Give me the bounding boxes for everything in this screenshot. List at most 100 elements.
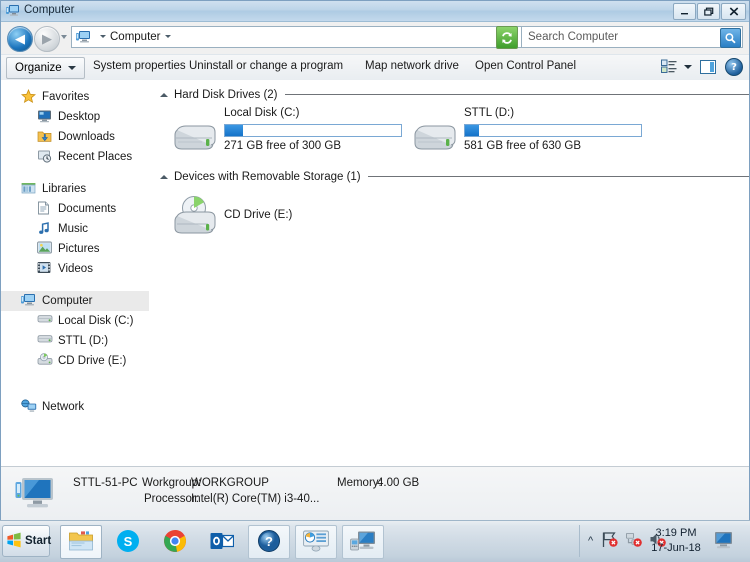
sidebar-label: Pictures <box>58 243 100 255</box>
map-network-drive-button[interactable]: Map network drive <box>365 60 459 72</box>
video-icon <box>37 261 53 277</box>
search-input[interactable]: Search Computer <box>528 31 618 43</box>
system-properties-button[interactable]: System properties <box>93 60 186 72</box>
refresh-icon <box>502 31 512 44</box>
hard-drive-icon <box>37 333 53 349</box>
chevron-up-icon[interactable]: ^ <box>588 535 593 547</box>
sidebar-item-videos[interactable]: Videos <box>1 259 149 279</box>
back-arrow-icon: ◀ <box>15 31 25 47</box>
sidebar-item-desktop[interactable]: Desktop <box>1 107 149 127</box>
sidebar-item-recent-places[interactable]: Recent Places <box>1 147 149 167</box>
uninstall-program-button[interactable]: Uninstall or change a program <box>189 60 343 72</box>
sidebar-group-favorites[interactable]: Favorites <box>1 87 149 107</box>
windows-logo-icon <box>6 532 22 551</box>
picture-icon <box>37 241 53 257</box>
forward-arrow-icon: ▶ <box>42 31 52 47</box>
drive-name: Local Disk (C:) <box>224 107 300 119</box>
view-options-chevron-icon[interactable] <box>684 65 692 69</box>
taskbar-item-outlook[interactable] <box>201 525 243 559</box>
minimize-button[interactable] <box>673 3 696 20</box>
back-button[interactable]: ◀ <box>7 26 33 52</box>
taskbar-item-control-panel[interactable] <box>295 525 337 559</box>
drive-tile-cd-drive-e[interactable]: CD Drive (E:) <box>166 189 406 241</box>
computer-icon <box>6 4 20 17</box>
forward-button[interactable]: ▶ <box>34 26 60 52</box>
outlook-icon <box>210 530 235 555</box>
group-header-hard-disk-drives[interactable]: Hard Disk Drives (2) <box>160 86 749 103</box>
document-icon <box>37 201 53 217</box>
music-note-icon <box>37 221 53 237</box>
taskbar-clock[interactable]: 3:19 PM 17-Jun-18 <box>646 526 706 556</box>
window-title: Computer <box>24 4 75 16</box>
close-button[interactable] <box>721 3 746 20</box>
sidebar-item-downloads[interactable]: Downloads <box>1 127 149 147</box>
sidebar-label: Downloads <box>58 131 115 143</box>
drive-tile-sttl-d[interactable]: STTL (D:) 581 GB free of 630 GB <box>406 107 646 159</box>
sidebar-label: Documents <box>58 203 117 215</box>
sidebar-label: Computer <box>42 295 93 307</box>
group-header-removable-storage[interactable]: Devices with Removable Storage (1) <box>160 168 749 185</box>
drive-tile-local-disk-c[interactable]: Local Disk (C:) 271 GB free of 300 GB <box>166 107 406 159</box>
sidebar-item-computer[interactable]: Computer <box>1 291 149 311</box>
file-list-pane[interactable]: Hard Disk Drives (2) Local Disk (C:) 271… <box>152 80 749 467</box>
breadcrumb[interactable]: Computer <box>96 31 175 43</box>
taskbar-item-google-chrome[interactable] <box>154 525 196 559</box>
details-pane: STTL-51-PC Workgroup: WORKGROUP Memory: … <box>1 466 749 520</box>
taskbar-item-help-support[interactable]: ? <box>248 525 290 559</box>
sidebar-item-pictures[interactable]: Pictures <box>1 239 149 259</box>
group-items-hard-disk-drives: Local Disk (C:) 271 GB free of 300 GB ST… <box>152 103 749 165</box>
collapse-triangle-icon[interactable] <box>160 174 168 179</box>
maximize-button[interactable] <box>697 3 720 20</box>
group-items-removable-storage: CD Drive (E:) <box>152 185 749 245</box>
taskbar-item-remote-desktop[interactable] <box>342 525 384 559</box>
sidebar-item-network[interactable]: Network <box>1 397 149 417</box>
skype-icon: S <box>116 529 140 556</box>
pane-splitter[interactable] <box>149 80 151 467</box>
workgroup-value: WORKGROUP <box>191 477 269 489</box>
taskbar-item-skype[interactable]: S <box>107 525 149 559</box>
sidebar-item-sttl-d[interactable]: STTL (D:) <box>1 331 149 351</box>
navigation-pane[interactable]: Favorites Desktop Downloads Recent Place… <box>1 80 150 467</box>
network-icon[interactable] <box>625 531 643 551</box>
cd-drive-icon <box>37 353 53 369</box>
start-label: Start <box>25 535 52 547</box>
drive-usage-fill <box>225 125 243 136</box>
sidebar-label: STTL (D:) <box>58 335 109 347</box>
svg-text:S: S <box>124 534 133 549</box>
sidebar-item-documents[interactable]: Documents <box>1 199 149 219</box>
group-divider <box>284 94 749 95</box>
recent-pages-dropdown-icon[interactable] <box>61 35 67 39</box>
show-desktop-icon[interactable] <box>714 531 736 549</box>
refresh-button[interactable] <box>496 26 518 49</box>
sidebar-item-cd-drive-e[interactable]: CD Drive (E:) <box>1 351 149 371</box>
chevron-down-icon[interactable] <box>164 35 171 39</box>
clock-date: 17-Jun-18 <box>651 542 701 554</box>
collapse-triangle-icon[interactable] <box>160 92 168 97</box>
hard-drive-icon <box>37 313 53 329</box>
sidebar-label: Videos <box>58 263 93 275</box>
clock-time: 3:19 PM <box>655 527 697 539</box>
action-center-icon[interactable] <box>601 531 619 551</box>
search-box[interactable]: Search Computer <box>521 26 743 48</box>
taskbar-item-windows-explorer[interactable] <box>60 525 102 559</box>
breadcrumb-computer[interactable]: Computer <box>110 31 161 43</box>
search-button[interactable] <box>720 28 741 48</box>
chevron-down-icon[interactable] <box>100 35 106 39</box>
computer-name: STTL-51-PC <box>73 477 138 489</box>
sidebar-item-music[interactable]: Music <box>1 219 149 239</box>
view-list-icon[interactable] <box>661 59 677 75</box>
sidebar-group-libraries[interactable]: Libraries <box>1 179 149 199</box>
open-control-panel-button[interactable]: Open Control Panel <box>475 60 576 72</box>
computer-icon <box>21 293 37 309</box>
drive-usage-bar <box>464 124 642 137</box>
drive-name: STTL (D:) <box>464 107 515 119</box>
memory-label: Memory: <box>337 477 382 489</box>
start-button[interactable]: Start <box>2 525 52 557</box>
sidebar-item-local-disk-c[interactable]: Local Disk (C:) <box>1 311 149 331</box>
organize-button[interactable]: Organize <box>6 57 85 79</box>
cd-drive-icon <box>172 195 218 237</box>
help-icon[interactable]: ? <box>725 58 743 76</box>
preview-pane-icon[interactable] <box>700 60 716 74</box>
